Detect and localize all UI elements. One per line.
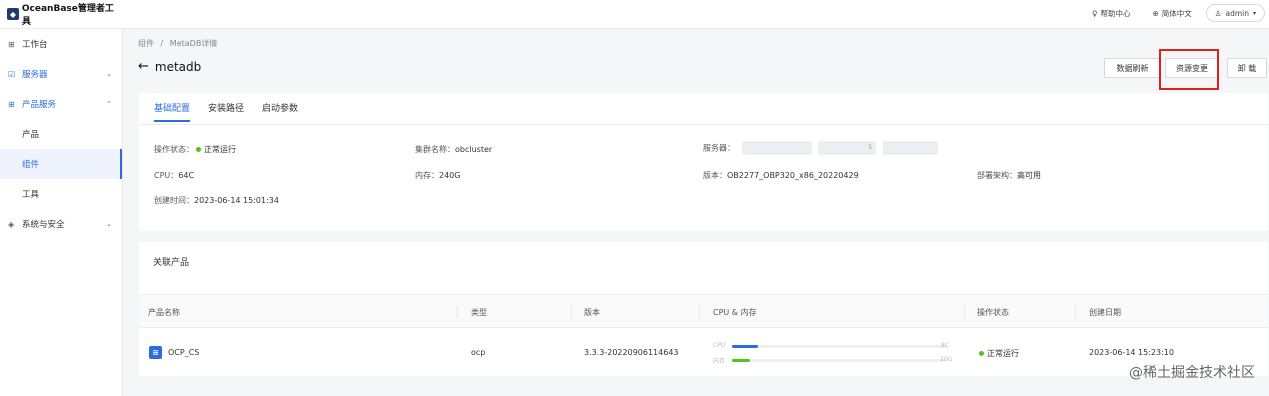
tab-bar: 基础配置 安装路径 启动参数 bbox=[154, 101, 298, 122]
back-arrow-icon[interactable]: ← bbox=[138, 59, 149, 74]
cpu-bar-label: CPU bbox=[713, 342, 726, 349]
breadcrumb: 组件 / MetaDB详情 bbox=[138, 39, 218, 48]
highlight-box bbox=[1159, 49, 1219, 90]
sidebar: ⊞ 工作台 ☑ 服务器 ⌄ ⊞ 产品服务 ⌃ 产品 组件 工具 ◈ 系统与安全 … bbox=[0, 29, 123, 396]
page-title: ← metadb bbox=[138, 59, 202, 74]
user-menu-button[interactable]: ♙ admin ▾ bbox=[1205, 4, 1265, 22]
cpu-info: CPU：64C bbox=[154, 171, 195, 180]
status-info: 操作状态： 正常运行 bbox=[154, 145, 236, 154]
tab-divider bbox=[139, 124, 1268, 125]
column-header: 操作状态 bbox=[977, 308, 1009, 317]
product-version: 3.3.3-20220906114643 bbox=[584, 348, 679, 357]
tab-basic-config[interactable]: 基础配置 bbox=[154, 101, 191, 122]
chevron-down-icon: ⌄ bbox=[106, 70, 112, 78]
sidebar-item-servers[interactable]: ☑ 服务器 ⌄ bbox=[0, 59, 122, 89]
watermark: @稀土掘金技术社区 bbox=[1129, 365, 1255, 381]
related-products-card: 关联产品 产品名称 类型 版本 CPU & 内存 操作状态 创建日期 ≋ OCP… bbox=[139, 242, 1268, 376]
memory-usage-bar bbox=[732, 359, 947, 362]
refresh-data-button[interactable]: 数据刷新 bbox=[1104, 58, 1161, 78]
app-logo[interactable]: ◆ OceanBase管理者工具 bbox=[0, 1, 122, 27]
column-header: 版本 bbox=[584, 308, 600, 317]
cpu-total: 8C bbox=[941, 342, 950, 349]
globe-icon: ⊕ bbox=[1152, 8, 1159, 18]
cpu-usage-fill bbox=[732, 345, 758, 348]
bulb-icon: ♀ bbox=[1091, 8, 1098, 18]
tab-install-path[interactable]: 安装路径 bbox=[208, 101, 244, 122]
cluster-info: 集群名称：obcluster bbox=[415, 145, 493, 154]
apps-icon: ⊞ bbox=[8, 99, 15, 109]
caret-down-icon: ▾ bbox=[1252, 9, 1256, 17]
server-chip[interactable] bbox=[882, 141, 938, 155]
version-info: 版本：OB2277_OBP320_x86_20220429 bbox=[703, 171, 859, 180]
mem-bar-label: 内存 bbox=[713, 358, 726, 365]
column-header: 创建日期 bbox=[1089, 308, 1121, 317]
column-header: 类型 bbox=[471, 308, 487, 317]
server-chip[interactable]: 5 bbox=[818, 141, 877, 155]
breadcrumb-root[interactable]: 组件 bbox=[138, 39, 154, 48]
basic-config-card: 基础配置 安装路径 启动参数 操作状态： 正常运行 集群名称：obcluster … bbox=[139, 93, 1268, 231]
status-dot-icon bbox=[196, 146, 201, 152]
grid-icon: ⊞ bbox=[8, 39, 15, 49]
sidebar-item-components[interactable]: 组件 bbox=[0, 149, 122, 179]
user-icon: ♙ bbox=[1214, 8, 1222, 18]
shield-icon: ◈ bbox=[8, 219, 15, 229]
cpu-usage-bar bbox=[732, 345, 947, 348]
product-status: 正常运行 bbox=[977, 348, 1019, 359]
table-header: 产品名称 类型 版本 CPU & 内存 操作状态 创建日期 bbox=[139, 294, 1268, 328]
column-header: CPU & 内存 bbox=[713, 308, 757, 317]
chevron-down-icon: ⌄ bbox=[106, 220, 112, 228]
breadcrumb-current: MetaDB详情 bbox=[169, 39, 218, 48]
memory-info: 内存：240G bbox=[415, 171, 461, 180]
product-created-date: 2023-06-14 15:23:10 bbox=[1089, 348, 1174, 357]
product-type: ocp bbox=[471, 348, 486, 357]
status-dot-icon bbox=[979, 350, 984, 356]
mem-total: 20G bbox=[940, 356, 953, 363]
product-name-link[interactable]: OCP_CS bbox=[168, 348, 199, 357]
server-info: 服务器： 5 bbox=[703, 141, 938, 155]
sidebar-item-products[interactable]: 产品 bbox=[0, 119, 122, 149]
deploy-info: 部署架构：高可用 bbox=[977, 171, 1041, 180]
uninstall-button[interactable]: 卸 载 bbox=[1227, 58, 1267, 78]
tab-startup-params[interactable]: 启动参数 bbox=[262, 101, 298, 122]
sidebar-item-system-security[interactable]: ◈ 系统与安全 ⌄ bbox=[0, 209, 122, 239]
language-switch[interactable]: ⊕ 简体中文 bbox=[1144, 8, 1199, 19]
top-bar: ◆ OceanBase管理者工具 ♀ 帮助中心 ⊕ 简体中文 ♙ admin ▾ bbox=[0, 0, 1269, 29]
server-icon: ☑ bbox=[8, 69, 16, 79]
sidebar-item-workbench[interactable]: ⊞ 工作台 bbox=[0, 29, 122, 59]
oceanbase-logo-icon: ◆ bbox=[7, 8, 19, 20]
server-chip[interactable] bbox=[741, 141, 812, 155]
sidebar-item-product-services[interactable]: ⊞ 产品服务 ⌃ bbox=[0, 89, 122, 119]
help-center-link[interactable]: ♀ 帮助中心 bbox=[1084, 8, 1139, 19]
memory-usage-fill bbox=[732, 359, 750, 362]
created-info: 创建时间：2023-06-14 15:01:34 bbox=[154, 196, 279, 205]
app-logo-text: OceanBase管理者工具 bbox=[21, 4, 114, 27]
column-header: 产品名称 bbox=[148, 308, 180, 317]
related-products-title: 关联产品 bbox=[153, 258, 190, 268]
sidebar-item-tools[interactable]: 工具 bbox=[0, 179, 122, 209]
product-ocp-icon: ≋ bbox=[149, 346, 162, 359]
chevron-up-icon: ⌃ bbox=[106, 100, 112, 108]
